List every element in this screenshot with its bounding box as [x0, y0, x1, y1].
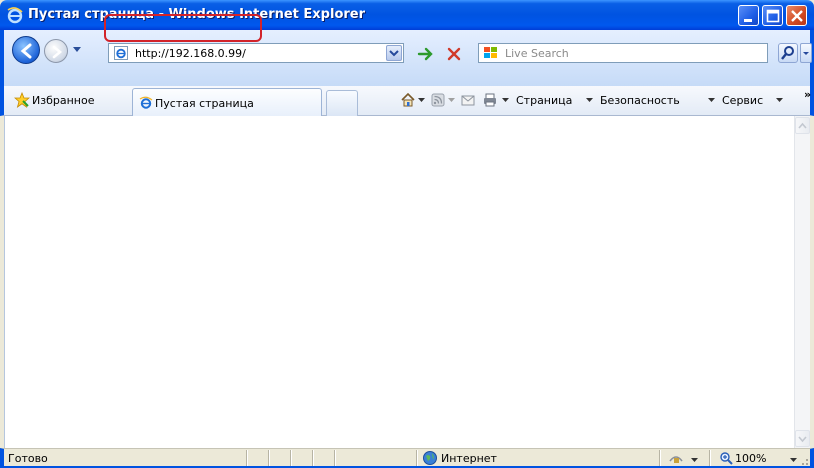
chevron-down-icon [798, 436, 807, 443]
minimize-button[interactable] [738, 5, 759, 26]
search-icon [781, 46, 794, 60]
print-dropdown-icon[interactable] [502, 98, 509, 102]
mail-icon[interactable] [460, 92, 476, 108]
status-divider [246, 450, 248, 466]
protected-mode-icon[interactable] [668, 451, 684, 465]
status-divider [312, 450, 314, 466]
tab-label: Пустая страница [155, 97, 254, 110]
stop-x-icon [447, 47, 461, 61]
ie-page-icon [114, 46, 128, 60]
status-divider [290, 450, 292, 466]
vertical-scrollbar[interactable] [794, 116, 810, 448]
new-tab-button[interactable] [326, 90, 358, 116]
security-dropdown-icon [708, 98, 715, 102]
search-input[interactable]: Live Search [505, 47, 569, 60]
maximize-icon [766, 9, 780, 23]
status-divider [709, 450, 711, 466]
chevron-down-icon [803, 52, 809, 55]
ie-icon [7, 7, 23, 24]
chevron-up-icon [798, 122, 807, 129]
forward-button[interactable] [44, 39, 68, 63]
home-icon[interactable] [400, 92, 416, 108]
protected-mode-dropdown-icon[interactable] [691, 458, 698, 462]
address-dropdown-button[interactable] [386, 45, 402, 61]
feeds-icon[interactable] [430, 92, 446, 108]
page-content[interactable] [4, 116, 810, 448]
scroll-up-button[interactable] [795, 117, 810, 134]
tools-menu-button[interactable]: Сервис [722, 94, 763, 107]
address-bar[interactable]: http://192.168.0.99/ [108, 43, 404, 63]
ie-page-icon [139, 96, 153, 109]
zoom-level[interactable]: 100% [735, 452, 766, 465]
recent-pages-dropdown-icon[interactable] [72, 46, 82, 54]
back-arrow-icon [20, 43, 32, 59]
address-highlight [104, 14, 262, 42]
print-icon[interactable] [482, 92, 498, 108]
scroll-down-button[interactable] [795, 430, 810, 447]
search-box[interactable]: Live Search [478, 43, 768, 63]
chevron-down-icon [389, 50, 399, 57]
stop-button[interactable] [444, 45, 464, 63]
home-dropdown-icon[interactable] [418, 98, 425, 102]
live-search-logo [484, 47, 497, 58]
close-icon [791, 10, 803, 22]
page-menu-button[interactable]: Страница [516, 94, 572, 107]
search-button[interactable] [778, 43, 798, 63]
feeds-dropdown-icon[interactable] [448, 98, 455, 102]
favorites-button[interactable]: Избранное [32, 94, 94, 107]
status-text: Готово [8, 452, 48, 465]
back-button[interactable] [12, 36, 40, 64]
address-input[interactable]: http://192.168.0.99/ [135, 47, 246, 60]
status-divider [416, 450, 418, 466]
tab-blank-page[interactable]: Пустая страница [132, 88, 322, 116]
zoom-icon[interactable] [719, 451, 733, 465]
more-commands-button[interactable]: » [804, 88, 811, 101]
security-menu-button[interactable]: Безопасность [600, 94, 680, 107]
maximize-button[interactable] [762, 5, 783, 26]
minimize-icon [744, 19, 752, 22]
resize-grip-icon[interactable] [797, 454, 809, 466]
go-arrow-icon [417, 47, 433, 61]
search-options-button[interactable] [800, 43, 812, 63]
security-zone-label[interactable]: Интернет [441, 452, 497, 465]
status-bar: Готово Интернет 100% [0, 448, 814, 468]
command-bar: Избранное Пустая страница Страница Безоп… [0, 86, 814, 116]
status-divider [659, 450, 661, 466]
status-divider [268, 450, 270, 466]
page-dropdown-icon [586, 98, 593, 102]
favorites-star-icon[interactable] [14, 92, 30, 108]
zoom-dropdown-icon[interactable] [790, 458, 797, 462]
forward-arrow-icon [52, 45, 63, 59]
status-divider [334, 450, 336, 466]
globe-icon [423, 451, 437, 465]
close-button[interactable] [786, 5, 807, 26]
tools-dropdown-icon [776, 98, 783, 102]
go-button[interactable] [416, 45, 436, 63]
